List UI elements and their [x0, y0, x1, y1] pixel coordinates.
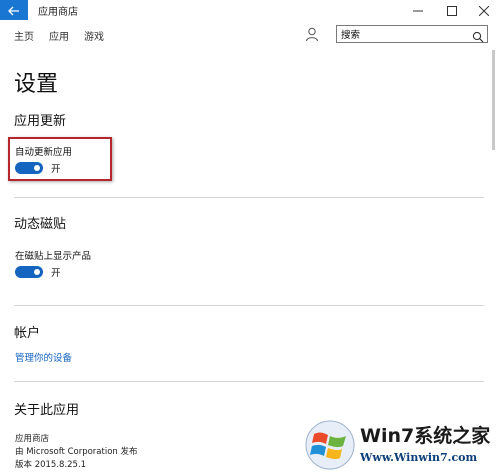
store-window: 应用商店 主页 应用 游戏 搜索 设置 应用更新 自动更新应用 开 动态磁贴 在… — [0, 0, 498, 472]
nav-home[interactable]: 主页 — [14, 28, 34, 43]
search-input[interactable] — [341, 28, 461, 40]
highlight-box — [8, 137, 112, 181]
show-products-state: 开 — [51, 268, 61, 279]
watermark-brand: Win7系统之家 — [360, 425, 491, 447]
back-arrow-icon — [8, 1, 20, 20]
manage-devices-link[interactable]: 管理你的设备 — [15, 350, 72, 364]
watermark: Win7系统之家 Www.Winwin7.com — [300, 418, 498, 472]
page-title: 设置 — [14, 72, 59, 97]
back-button[interactable] — [0, 0, 28, 20]
title-bar: 应用商店 — [0, 0, 498, 20]
about-app-name: 应用商店 — [15, 434, 50, 444]
user-account-button[interactable] — [304, 26, 320, 42]
section-heading-app-updates: 应用更新 — [14, 114, 67, 129]
section-heading-about: 关于此应用 — [14, 403, 80, 418]
maximize-icon — [447, 1, 457, 20]
divider — [14, 381, 484, 382]
user-icon — [304, 27, 320, 46]
watermark-url: Www.Winwin7.com — [360, 451, 478, 464]
nav-apps[interactable]: 应用 — [49, 28, 69, 43]
divider — [14, 197, 484, 198]
section-heading-live-tile: 动态磁贴 — [14, 217, 67, 232]
section-heading-account: 帐户 — [14, 326, 41, 341]
about-publisher: 由 Microsoft Corporation 发布 — [15, 447, 138, 457]
search-icon[interactable] — [472, 28, 484, 43]
nav-games[interactable]: 游戏 — [84, 28, 104, 43]
close-button[interactable] — [468, 0, 498, 20]
app-title: 应用商店 — [38, 7, 78, 18]
toggle-knob — [34, 269, 40, 275]
close-icon — [478, 1, 490, 20]
minimize-button[interactable] — [402, 0, 434, 20]
maximize-button[interactable] — [436, 0, 468, 20]
minimize-icon — [413, 1, 423, 20]
nav-bar: 主页 应用 游戏 — [0, 20, 498, 50]
show-products-label: 在磁贴上显示产品 — [15, 251, 92, 262]
show-products-toggle[interactable] — [15, 266, 43, 278]
search-box[interactable] — [336, 25, 488, 43]
scrollbar[interactable] — [492, 50, 495, 150]
about-version: 版本 2015.8.25.1 — [15, 460, 87, 470]
windows-logo-icon — [304, 420, 356, 472]
divider — [14, 305, 484, 306]
